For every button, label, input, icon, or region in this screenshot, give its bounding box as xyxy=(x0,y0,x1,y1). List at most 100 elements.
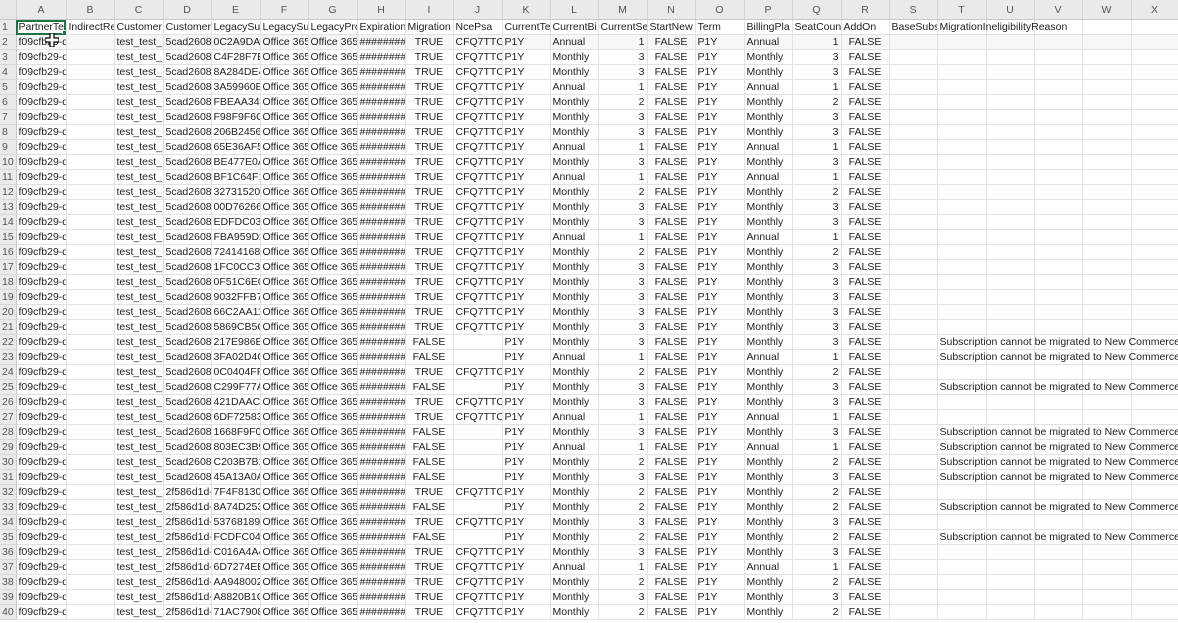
field-header-cell[interactable]: Term xyxy=(695,19,745,35)
cell-p[interactable]: Monthly xyxy=(744,514,793,530)
cell-b[interactable] xyxy=(66,259,115,275)
cell-a[interactable]: f09cfb29-da79-49dd- xyxy=(16,439,67,455)
cell-m[interactable]: 3 xyxy=(598,544,648,560)
cell-r[interactable]: FALSE xyxy=(841,379,890,395)
cell-m[interactable]: 3 xyxy=(598,379,648,395)
cell-d[interactable]: 5cad2608- xyxy=(163,334,212,350)
cell-g[interactable]: Office 365 xyxy=(308,469,358,485)
cell-n[interactable]: FALSE xyxy=(647,394,696,410)
cell-l[interactable]: Monthly xyxy=(550,289,599,305)
cell-g[interactable]: Office 365 xyxy=(308,499,358,515)
cell-u[interactable] xyxy=(986,244,1035,260)
cell-d[interactable]: 5cad2608- xyxy=(163,289,212,305)
cell-f[interactable]: Office 365 xyxy=(260,364,309,380)
cell-t[interactable] xyxy=(937,364,987,380)
cell-b[interactable] xyxy=(66,199,115,215)
cell-c[interactable]: test_test_ xyxy=(114,109,164,125)
row-number[interactable]: 22 xyxy=(0,334,17,350)
cell-l[interactable]: Monthly xyxy=(550,109,599,125)
cell-q[interactable]: 2 xyxy=(792,244,842,260)
column-header-j[interactable]: J xyxy=(453,0,503,20)
cell-q[interactable]: 3 xyxy=(792,289,842,305)
cell-c[interactable]: test_test_ xyxy=(114,94,164,110)
cell-j[interactable]: CFQ7TTC0 xyxy=(453,604,503,620)
cell-f[interactable]: Office 365 xyxy=(260,109,309,125)
cell-j[interactable]: CFQ7TTC0 xyxy=(453,109,503,125)
cell-j[interactable]: CFQ7TTC0 xyxy=(453,94,503,110)
row-number[interactable]: 3 xyxy=(0,49,17,65)
cell-o[interactable]: P1Y xyxy=(695,514,745,530)
cell-b[interactable] xyxy=(66,589,115,605)
cell-n[interactable]: FALSE xyxy=(647,184,696,200)
cell-a[interactable]: f09cfb29-da79-49dd- xyxy=(16,34,67,50)
cell-u[interactable] xyxy=(986,574,1035,590)
cell-k[interactable]: P1Y xyxy=(502,439,551,455)
field-header-cell[interactable]: Customer xyxy=(114,19,164,35)
cell-m[interactable]: 3 xyxy=(598,334,648,350)
cell-h[interactable]: ######## xyxy=(357,604,406,620)
cell-r[interactable]: FALSE xyxy=(841,49,890,65)
cell-i[interactable]: FALSE xyxy=(405,529,454,545)
cell-g[interactable]: Office 365 xyxy=(308,169,358,185)
cell-c[interactable]: test_test_ xyxy=(114,154,164,170)
cell-t[interactable] xyxy=(937,64,987,80)
cell-s[interactable] xyxy=(889,469,938,485)
cell-o[interactable]: P1Y xyxy=(695,184,745,200)
cell-d[interactable]: 5cad2608- xyxy=(163,244,212,260)
cell-h[interactable]: ######## xyxy=(357,349,406,365)
column-header-o[interactable]: O xyxy=(695,0,745,20)
cell-n[interactable]: FALSE xyxy=(647,214,696,230)
row-number[interactable]: 4 xyxy=(0,64,17,80)
cell-q[interactable]: 1 xyxy=(792,559,842,575)
cell-s[interactable] xyxy=(889,409,938,425)
cell-q[interactable]: 3 xyxy=(792,154,842,170)
cell-g[interactable]: Office 365 xyxy=(308,544,358,560)
cell-n[interactable]: FALSE xyxy=(647,244,696,260)
cell-x[interactable] xyxy=(1131,229,1178,245)
cell-t[interactable] xyxy=(937,259,987,275)
cell-h[interactable]: ######## xyxy=(357,139,406,155)
cell-k[interactable]: P1Y xyxy=(502,154,551,170)
cell-e[interactable]: 0C0404FF- xyxy=(211,364,261,380)
cell-g[interactable]: Office 365 xyxy=(308,604,358,620)
cell-o[interactable]: P1Y xyxy=(695,334,745,350)
cell-x[interactable] xyxy=(1131,64,1178,80)
row-number[interactable]: 27 xyxy=(0,409,17,425)
cell-g[interactable]: Office 365 xyxy=(308,574,358,590)
row-number[interactable]: 13 xyxy=(0,199,17,215)
cell-t[interactable] xyxy=(937,409,987,425)
cell-g[interactable]: Office 365 xyxy=(308,64,358,80)
cell-r[interactable]: FALSE xyxy=(841,319,890,335)
cell-e[interactable]: C299F77A- xyxy=(211,379,261,395)
row-number[interactable]: 11 xyxy=(0,169,17,185)
cell-t[interactable]: Subscription cannot be migrated to New C… xyxy=(937,349,1178,365)
cell-a[interactable]: f09cfb29-da79-49dd- xyxy=(16,154,67,170)
cell-p[interactable]: Monthly xyxy=(744,364,793,380)
cell-b[interactable] xyxy=(66,139,115,155)
cell-f[interactable]: Office 365 xyxy=(260,184,309,200)
cell-s[interactable] xyxy=(889,394,938,410)
row-number[interactable]: 37 xyxy=(0,559,17,575)
cell-l[interactable]: Monthly xyxy=(550,154,599,170)
cell-q[interactable]: 1 xyxy=(792,139,842,155)
cell-c[interactable]: test_test_ xyxy=(114,124,164,140)
cell-r[interactable]: FALSE xyxy=(841,574,890,590)
cell-u[interactable] xyxy=(986,229,1035,245)
cell-x[interactable] xyxy=(1131,559,1178,575)
cell-a[interactable]: f09cfb29-da79-49dd- xyxy=(16,334,67,350)
cell-j[interactable]: CFQ7TTC0 xyxy=(453,319,503,335)
cell-o[interactable]: P1Y xyxy=(695,574,745,590)
cell-d[interactable]: 5cad2608- xyxy=(163,394,212,410)
cell-e[interactable]: 0C2A9DA7 xyxy=(211,34,261,50)
cell-h[interactable]: ######## xyxy=(357,439,406,455)
cell-q[interactable]: 3 xyxy=(792,214,842,230)
cell-i[interactable]: TRUE xyxy=(405,34,454,50)
cell-p[interactable]: Annual xyxy=(744,34,793,50)
cell-a[interactable]: f09cfb29-da79-49dd- xyxy=(16,139,67,155)
column-header-t[interactable]: T xyxy=(937,0,987,20)
cell-m[interactable]: 3 xyxy=(598,304,648,320)
cell-n[interactable]: FALSE xyxy=(647,499,696,515)
cell-k[interactable]: P1Y xyxy=(502,424,551,440)
cell-v[interactable] xyxy=(1034,409,1083,425)
row-number[interactable]: 12 xyxy=(0,184,17,200)
